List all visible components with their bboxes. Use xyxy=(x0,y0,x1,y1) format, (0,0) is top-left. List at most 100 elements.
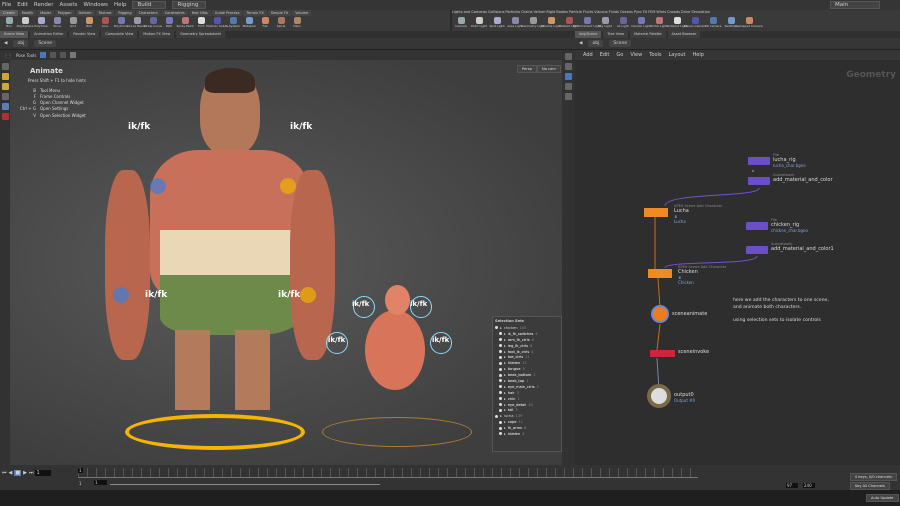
desktop-dropdown[interactable]: Build xyxy=(132,1,167,9)
shelf-tool[interactable]: Geometry Light xyxy=(521,16,545,31)
ikfk-label[interactable]: ik/fk xyxy=(145,290,167,300)
select-arrow-icon[interactable]: ▸ xyxy=(504,355,506,359)
visibility-icon[interactable] xyxy=(499,403,502,407)
lucha-left-arm[interactable] xyxy=(105,170,150,360)
shelf-tool[interactable]: Torus xyxy=(51,16,63,31)
key-all-channels-button[interactable]: Key All Channels xyxy=(850,482,890,490)
chicken-head[interactable] xyxy=(385,285,410,315)
shelf-tool[interactable]: Line xyxy=(99,16,111,31)
network-menu-view[interactable]: View xyxy=(630,52,642,58)
pane-tab[interactable]: Motion FX View xyxy=(139,31,175,38)
visibility-icon[interactable] xyxy=(499,367,502,371)
visibility-icon[interactable] xyxy=(499,338,502,342)
shelf-tool[interactable]: Platonic Solids xyxy=(206,16,228,31)
pane-tab[interactable]: Material Palette xyxy=(630,31,666,38)
file-node-body[interactable] xyxy=(748,157,770,165)
node-chicken[interactable]: APEX Scene Add Character Chicken ♛ Chicken xyxy=(648,265,726,285)
shelf-tool[interactable]: Grid xyxy=(67,16,79,31)
tool-icon[interactable] xyxy=(1,93,9,100)
shelf-tool[interactable]: Spot Light xyxy=(489,16,505,31)
file-node-body[interactable] xyxy=(746,222,768,230)
shelf-tool[interactable]: Area Light xyxy=(507,16,523,31)
menu-edit[interactable]: Edit xyxy=(17,2,28,8)
context-dropdown[interactable]: Rigging xyxy=(172,1,207,9)
back-icon[interactable]: ◀ xyxy=(4,41,7,46)
shelf-tool[interactable]: Gamepad Camera xyxy=(735,16,763,31)
play-reverse-button[interactable]: ◀ xyxy=(9,470,13,476)
display-option-icon[interactable] xyxy=(565,63,572,70)
shelf-tool[interactable]: Caustic Light xyxy=(631,16,651,31)
shelf-tool[interactable]: GI Light xyxy=(617,16,629,31)
visibility-icon[interactable] xyxy=(495,326,498,330)
visibility-icon[interactable] xyxy=(499,426,502,430)
shelf-tool[interactable]: Ambient Light xyxy=(666,16,688,31)
ikfk-label[interactable]: ik/fk xyxy=(128,122,150,132)
shelf-tool[interactable]: PolyTube xyxy=(34,16,48,31)
select-arrow-icon[interactable]: ▸ xyxy=(504,338,506,342)
shelf-tool[interactable]: Null xyxy=(83,16,95,31)
visibility-icon[interactable] xyxy=(499,397,502,401)
sceneinvoke-node-body[interactable] xyxy=(650,350,675,357)
tool-icon[interactable] xyxy=(1,73,9,80)
select-arrow-icon[interactable]: ▸ xyxy=(504,397,506,401)
shelf-tool[interactable]: Point Light xyxy=(471,16,487,31)
shelf-tool[interactable]: Curve Bezier xyxy=(127,16,147,31)
node-add-material-and-color1[interactable]: Subnetwork add_material_and_color1 xyxy=(746,242,834,254)
path-scene[interactable]: Scene xyxy=(34,40,57,47)
select-arrow-icon[interactable]: ▸ xyxy=(504,426,506,430)
chicken-root-control[interactable] xyxy=(322,417,472,447)
ikfk-label[interactable]: ik/fk xyxy=(352,300,369,308)
network-menu-add[interactable]: Add xyxy=(583,52,593,58)
node-add-material-and-color[interactable]: Subnetwork add_material_and_color xyxy=(748,173,833,185)
node-sceneinvoke[interactable]: sceneinvoke xyxy=(650,349,709,357)
select-arrow-icon[interactable]: ▸ xyxy=(504,385,506,389)
display-option-icon[interactable] xyxy=(565,93,572,100)
node-sceneanimate[interactable]: sceneanimate xyxy=(651,305,707,323)
lights-menu[interactable]: No cam xyxy=(537,65,561,73)
pose-tool-button[interactable] xyxy=(40,52,47,58)
shelf-tool[interactable]: L-System xyxy=(226,16,240,31)
select-arrow-icon[interactable]: ▸ xyxy=(500,414,502,418)
select-arrow-icon[interactable]: ▸ xyxy=(504,408,506,412)
menu-windows[interactable]: Windows xyxy=(83,2,108,8)
visibility-icon[interactable] xyxy=(499,408,502,412)
auto-update-button[interactable]: Auto Update xyxy=(866,494,899,502)
shelf-tool[interactable]: Spiral xyxy=(275,16,287,31)
select-arrow-icon[interactable]: ▸ xyxy=(504,403,506,407)
shelf-tool[interactable]: Box xyxy=(3,16,15,31)
playhead[interactable]: 1 xyxy=(78,468,83,473)
path-scene[interactable]: Scene xyxy=(609,40,632,47)
tool-button[interactable] xyxy=(60,52,67,58)
keys-info-button[interactable]: 0 keys, 0/0 channels xyxy=(850,473,897,481)
menu-assets[interactable]: Assets xyxy=(59,2,77,8)
network-sticky-note[interactable]: here we add the characters to one scene,… xyxy=(733,298,829,324)
menu-render[interactable]: Render xyxy=(34,2,54,8)
shelf-tool[interactable]: Environment Light xyxy=(573,16,601,31)
control-handle[interactable] xyxy=(113,287,129,303)
visibility-icon[interactable] xyxy=(499,385,502,389)
shelf-tool[interactable]: File xyxy=(259,16,271,31)
path-obj[interactable]: obj xyxy=(13,40,29,47)
pane-tab[interactable]: Composite View xyxy=(101,31,138,38)
select-arrow-icon[interactable]: ▸ xyxy=(504,344,506,348)
visibility-icon[interactable] xyxy=(499,332,502,336)
lucha-right-leg[interactable] xyxy=(235,330,270,410)
shelf-tool[interactable]: Volume Light xyxy=(541,16,561,31)
lucha-left-leg[interactable] xyxy=(175,330,210,410)
subnet-node-body[interactable] xyxy=(748,177,770,185)
shelf-tool[interactable]: Path xyxy=(163,16,175,31)
network-menu-layout[interactable]: Layout xyxy=(669,52,686,58)
tool-icon[interactable] xyxy=(1,113,9,120)
shelf-tool[interactable]: PolySphere xyxy=(17,16,33,31)
network-editor[interactable]: Geometry File lucha_rig lucha_char.bgeo Su… xyxy=(575,60,900,465)
visibility-icon[interactable] xyxy=(499,344,502,348)
visibility-icon[interactable] xyxy=(499,361,502,365)
ikfk-label[interactable]: ik/fk xyxy=(410,300,427,308)
node-output0[interactable]: output0 Output #0 xyxy=(647,384,695,408)
select-tool-icon[interactable] xyxy=(1,63,9,70)
selection-set-item[interactable]: ▸ hidden 4 xyxy=(495,431,559,437)
select-arrow-icon[interactable]: ▸ xyxy=(504,379,506,383)
shelf-tool[interactable]: PolyCircle xyxy=(114,16,128,31)
network-menu-help[interactable]: Help xyxy=(693,52,704,58)
range-start-field[interactable]: 1 xyxy=(79,481,82,486)
